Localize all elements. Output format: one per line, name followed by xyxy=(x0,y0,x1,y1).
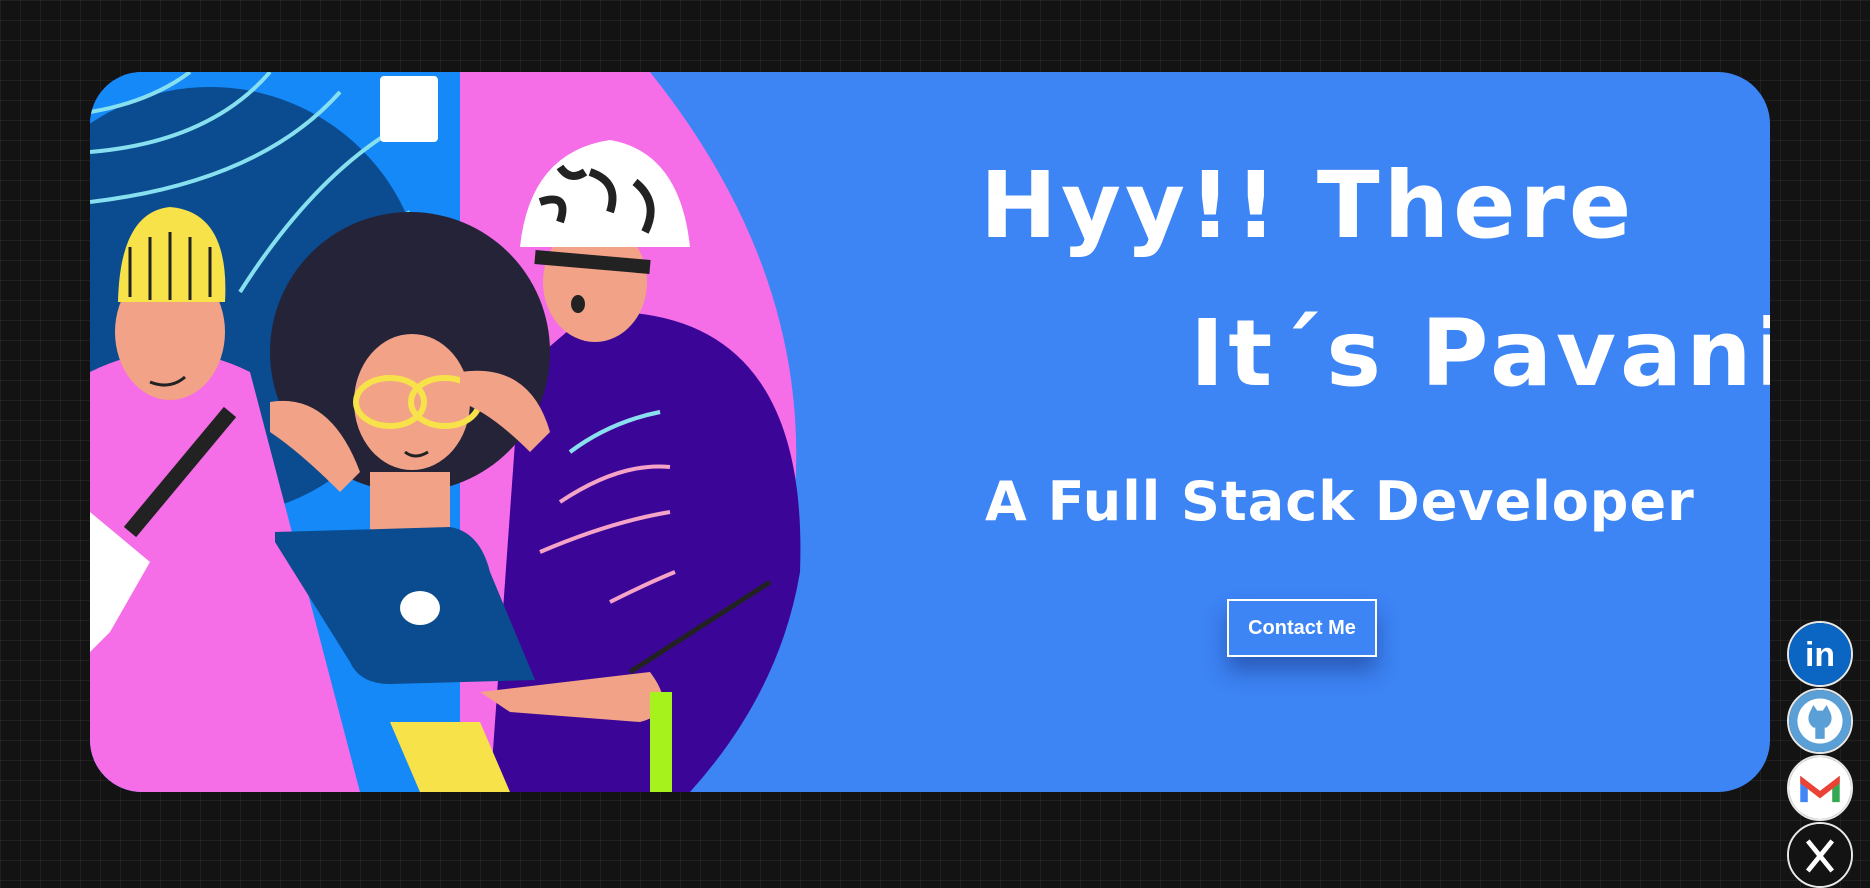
x-link[interactable] xyxy=(1787,822,1853,888)
contact-me-button[interactable]: Contact Me xyxy=(1227,599,1377,657)
gmail-link[interactable] xyxy=(1787,755,1853,821)
linkedin-icon: in xyxy=(1789,623,1851,685)
gmail-icon xyxy=(1789,757,1851,819)
linkedin-link[interactable]: in xyxy=(1787,621,1853,687)
name-heading: It´s Pavani xyxy=(1190,300,1770,407)
linkedin-icon-text: in xyxy=(1805,636,1835,674)
tagline: A Full Stack Developer xyxy=(985,470,1695,533)
github-link[interactable] xyxy=(1787,688,1853,754)
greeting-heading: Hyy!! There xyxy=(980,152,1636,259)
github-icon xyxy=(1789,690,1851,752)
x-icon xyxy=(1789,824,1851,886)
hero-banner: Hyy!! There It´s Pavani A Full Stack Dev… xyxy=(90,72,1770,792)
team-illustration xyxy=(90,72,801,792)
